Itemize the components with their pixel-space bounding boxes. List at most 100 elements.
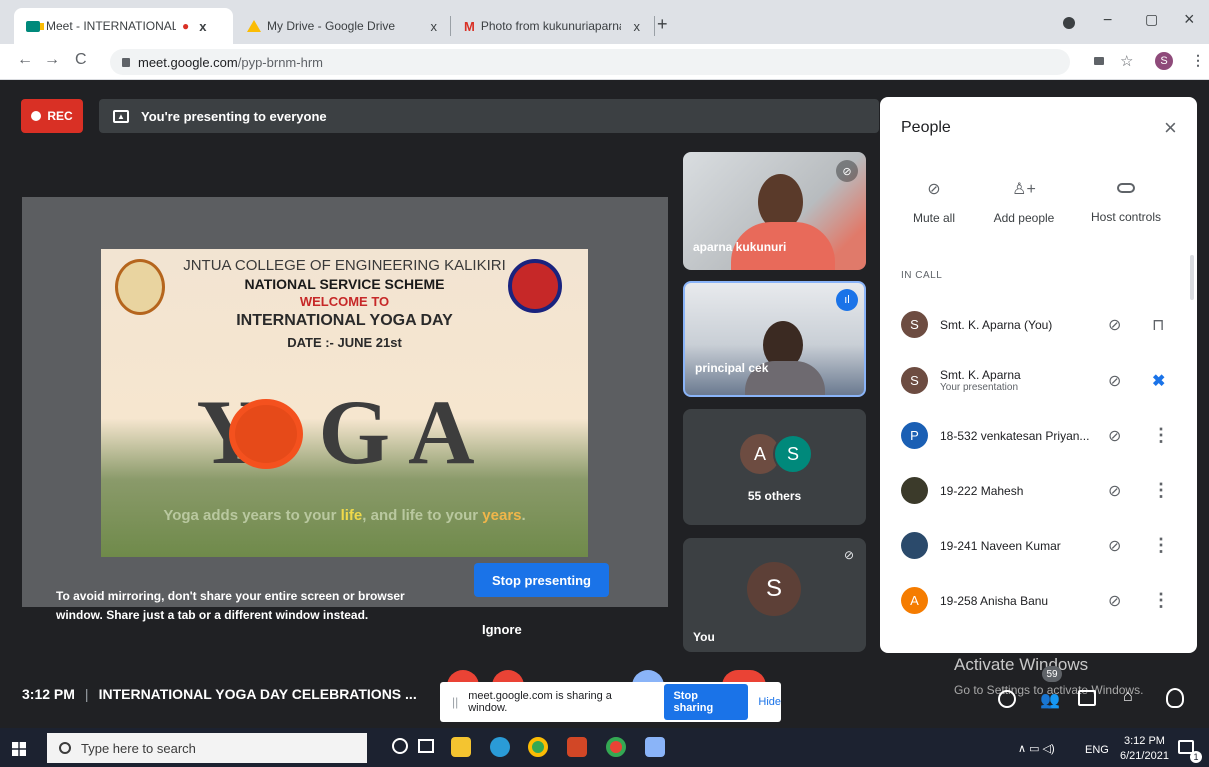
- camera-in-use-icon[interactable]: [1094, 57, 1104, 65]
- minimize-button[interactable]: −: [1103, 12, 1112, 30]
- action-label: Host controls: [1090, 210, 1162, 224]
- profile-avatar[interactable]: S: [1155, 52, 1173, 70]
- presenting-text: You're presenting to everyone: [141, 108, 327, 124]
- pin-icon[interactable]: ⊓: [1152, 315, 1164, 335]
- tab-meet[interactable]: Meet - INTERNATIONAL YOG ● x: [14, 8, 233, 44]
- new-tab-button[interactable]: +: [657, 14, 668, 35]
- self-tile[interactable]: ⊘ S You: [683, 538, 866, 652]
- participant-tile[interactable]: ⊘ aparna kukunuri: [683, 152, 866, 270]
- participant-name: 19-241 Naveen Kumar: [940, 538, 1061, 553]
- forward-button[interactable]: →: [44, 51, 60, 69]
- stop-presenting-button[interactable]: Stop presenting: [474, 563, 609, 597]
- tab-label: Meet - INTERNATIONAL YOG: [46, 19, 176, 33]
- mic-off-icon[interactable]: ⊘: [1108, 426, 1121, 446]
- participant-name: 18-532 venkatesan Priyan...: [940, 428, 1090, 443]
- participant-row[interactable]: P 18-532 venkatesan Priyan... ⊘ ⋮: [880, 408, 1197, 463]
- tab-gmail[interactable]: M Photo from kukunuriaparna - apa x: [452, 8, 652, 44]
- language-indicator[interactable]: ENG: [1085, 744, 1109, 756]
- close-tab-icon[interactable]: x: [431, 19, 438, 34]
- host-lock-icon[interactable]: [1166, 688, 1184, 708]
- toggle-icon: [1117, 183, 1135, 193]
- activities-icon[interactable]: ⌂: [1123, 688, 1133, 706]
- account-circle-icon[interactable]: [1063, 17, 1075, 29]
- clock[interactable]: 3:12 PM 6/21/2021: [1120, 734, 1169, 764]
- avatar: S: [901, 367, 928, 394]
- slide-yoga-word: Y GA: [196, 381, 493, 483]
- mic-off-icon: ⊘: [836, 160, 858, 182]
- mirroring-warning: To avoid mirroring, don't share your ent…: [56, 589, 405, 622]
- meeting-details[interactable]: 3:12 PM | INTERNATIONAL YOGA DAY CELEBRA…: [22, 686, 417, 702]
- close-tab-icon[interactable]: x: [634, 19, 641, 34]
- participant-row[interactable]: 19-241 Naveen Kumar ⊘ ⋮: [880, 518, 1197, 573]
- close-tab-icon[interactable]: x: [199, 19, 206, 34]
- chrome-icon[interactable]: [528, 737, 548, 757]
- taskbar-search[interactable]: Type here to search: [47, 733, 367, 763]
- chrome-icon[interactable]: [606, 737, 626, 757]
- participant-row[interactable]: A 19-258 Anisha Banu ⊘ ⋮: [880, 573, 1197, 628]
- tab-drive[interactable]: My Drive - Google Drive x: [235, 8, 449, 44]
- action-label: Add people: [993, 211, 1055, 225]
- slide-college: JNTUA COLLEGE OF ENGINEERING KALIKIRI: [183, 257, 506, 274]
- photos-icon[interactable]: [645, 737, 665, 757]
- activate-windows-title: Activate Windows: [954, 655, 1089, 674]
- scrollbar[interactable]: [1190, 255, 1194, 300]
- audio-off-icon[interactable]: ⊘: [1108, 371, 1121, 391]
- drag-handle-icon[interactable]: ||: [452, 695, 458, 709]
- avatar: S: [901, 311, 928, 338]
- recording-badge[interactable]: REC: [21, 99, 83, 133]
- cortana-icon[interactable]: [392, 738, 408, 754]
- edge-icon[interactable]: [490, 737, 510, 757]
- mic-off-icon[interactable]: ⊘: [1108, 536, 1121, 556]
- people-icon[interactable]: 👥: [1040, 690, 1060, 710]
- participant-row[interactable]: 19-222 Mahesh ⊘ ⋮: [880, 463, 1197, 518]
- avatar: A: [901, 587, 928, 614]
- browser-menu-icon[interactable]: ⋮: [1191, 52, 1205, 69]
- slide-tagline: Yoga adds years to your life, and life t…: [163, 507, 526, 524]
- close-window-button[interactable]: ×: [1184, 9, 1195, 30]
- meeting-title: INTERNATIONAL YOGA DAY CELEBRATIONS ...: [98, 686, 417, 702]
- ignore-button[interactable]: Ignore: [482, 622, 522, 637]
- file-explorer-icon[interactable]: [451, 737, 471, 757]
- more-options-icon[interactable]: ⋮: [1152, 535, 1170, 556]
- pin-filled-icon[interactable]: ✖: [1152, 371, 1165, 391]
- recording-dot-icon: ●: [182, 19, 190, 33]
- mute-all-button[interactable]: ⊘ Mute all: [904, 179, 964, 225]
- meeting-info-icon[interactable]: [998, 690, 1016, 708]
- more-options-icon[interactable]: ⋮: [1152, 590, 1170, 611]
- slide-event: INTERNATIONAL YOGA DAY: [236, 312, 453, 329]
- participant-name: aparna kukunuri: [693, 240, 787, 254]
- close-icon[interactable]: ×: [1164, 115, 1177, 141]
- address-bar[interactable]: meet.google.com/pyp-brnm-hrm: [110, 49, 1070, 75]
- bookmark-star-icon[interactable]: ☆: [1120, 52, 1133, 70]
- tab-divider: [450, 16, 451, 36]
- url-path: /pyp-brnm-hrm: [237, 54, 323, 70]
- panel-title: People: [901, 119, 951, 136]
- others-tile[interactable]: A S 55 others: [683, 409, 866, 525]
- task-view-icon[interactable]: [418, 739, 434, 753]
- mic-off-icon[interactable]: ⊘: [1108, 591, 1121, 611]
- avatar: P: [901, 422, 928, 449]
- more-options-icon[interactable]: ⋮: [1152, 480, 1170, 501]
- system-tray-icons[interactable]: ∧ ▭ ◁): [1018, 742, 1055, 755]
- maximize-button[interactable]: ▢: [1145, 11, 1158, 28]
- participant-name: principal cek: [695, 361, 769, 375]
- participant-row[interactable]: S Smt. K. Aparna (You) ⊘ ⊓: [880, 297, 1197, 352]
- participant-row[interactable]: S Smt. K. Aparna Your presentation ⊘ ✖: [880, 353, 1197, 408]
- powerpoint-icon[interactable]: [567, 737, 587, 757]
- host-controls-button[interactable]: Host controls: [1086, 179, 1166, 224]
- add-people-button[interactable]: ♙+ Add people: [988, 179, 1060, 225]
- mic-off-icon[interactable]: ⊘: [1108, 481, 1121, 501]
- record-dot-icon: [31, 111, 42, 121]
- chat-icon[interactable]: [1078, 690, 1096, 706]
- search-placeholder: Type here to search: [81, 740, 196, 756]
- presentation-slide: JNTUA COLLEGE OF ENGINEERING KALIKIRI NA…: [101, 249, 588, 557]
- meditation-figure-icon: [229, 399, 303, 469]
- participant-tile[interactable]: ıl principal cek: [683, 281, 866, 397]
- tab-label: My Drive - Google Drive: [267, 19, 396, 33]
- hide-button[interactable]: Hide: [758, 696, 781, 708]
- more-options-icon[interactable]: ⋮: [1152, 425, 1170, 446]
- stop-sharing-button[interactable]: Stop sharing: [664, 684, 749, 720]
- mic-off-icon[interactable]: ⊘: [1108, 315, 1121, 335]
- back-button[interactable]: ←: [17, 51, 33, 69]
- reload-button[interactable]: C: [75, 51, 87, 69]
